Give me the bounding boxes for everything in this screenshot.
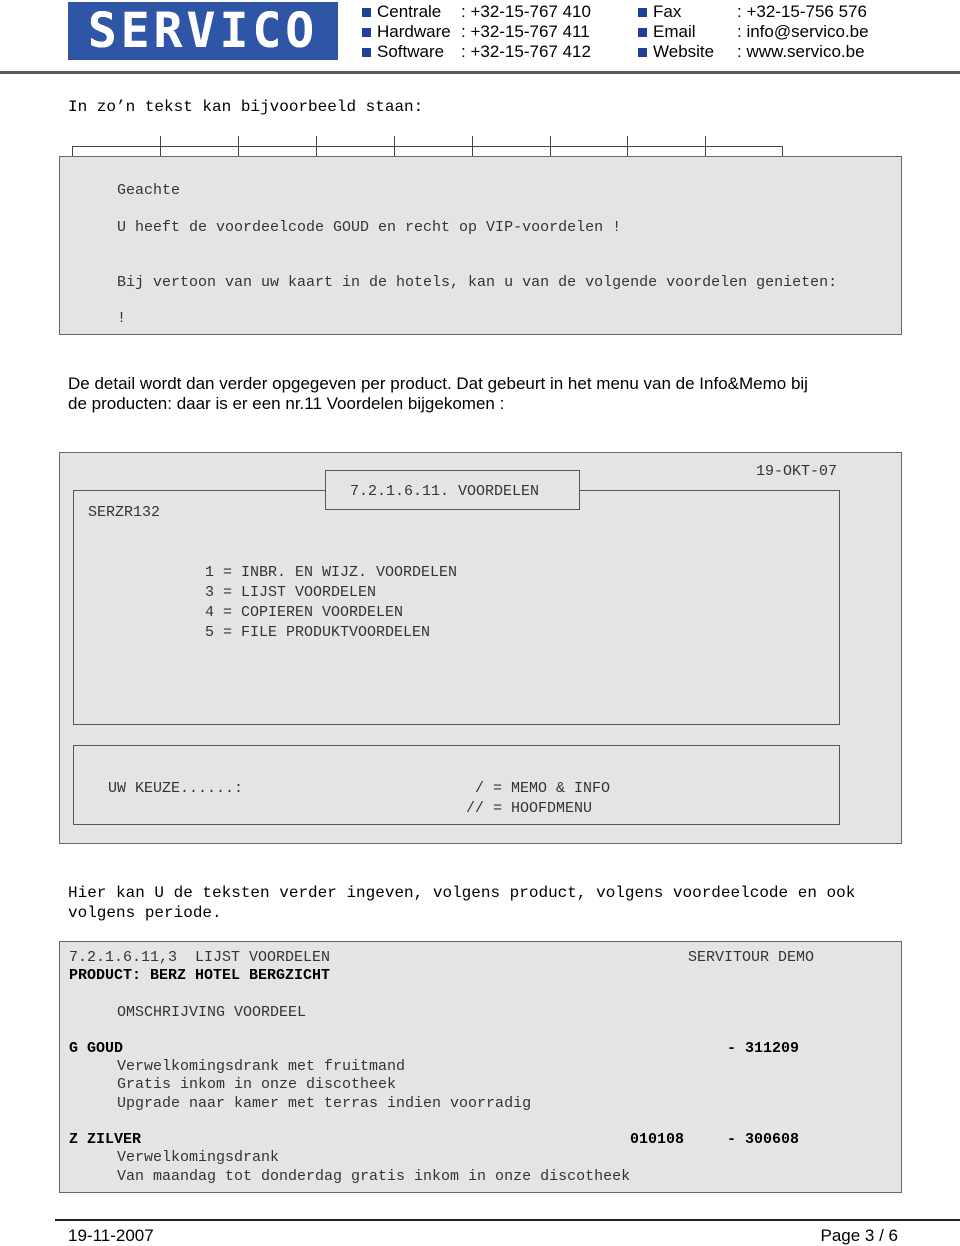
footer-divider [55, 1219, 960, 1221]
benefit-period-start: 010108 [630, 1131, 685, 1148]
ruler-tick [238, 136, 239, 156]
contact-row: Centrale : +32-15-767 410 [362, 2, 591, 22]
contact-label: Website [653, 42, 715, 61]
benefit-item: Gratis inkom in onze discotheek [117, 1076, 397, 1093]
screen-date: 19-OKT-07 [756, 463, 838, 480]
contact-value: : +32-15-767 411 [461, 22, 590, 41]
square-bullet-icon [638, 27, 647, 37]
menu-title-box: 7.2.1.6.11. VOORDELEN [325, 470, 580, 510]
ruler-tick [316, 136, 317, 156]
ruler-line [72, 146, 782, 147]
intro-text: In zo’n tekst kan bijvoorbeeld staan: [68, 98, 424, 116]
ruler-tick [394, 136, 395, 156]
ruler-end-mark [72, 146, 73, 156]
paragraph-line: volgens periode. [68, 904, 222, 922]
benefit-period-end: - 300608 [727, 1131, 800, 1148]
footer-date: 19-11-2007 [68, 1226, 154, 1245]
letter-line: ! [117, 310, 127, 327]
letter-line: Geachte [117, 182, 181, 199]
paragraph-line: Hier kan U de teksten verder ingeven, vo… [68, 884, 856, 902]
logo-text: SERVICO [87, 3, 319, 59]
contact-label: Centrale [377, 2, 442, 21]
menu-title: 7.2.1.6.11. VOORDELEN [350, 483, 540, 500]
paragraph-line: De detail wordt dan verder opgegeven per… [68, 374, 808, 393]
ruler-tick [550, 136, 551, 156]
square-bullet-icon [362, 27, 371, 37]
contact-list-right: Fax : +32-15-756 576 Email : info@servic… [638, 2, 869, 62]
square-bullet-icon [638, 47, 647, 57]
square-bullet-icon [362, 7, 371, 17]
menu-option-5[interactable]: 5 = FILE PRODUKTVOORDELEN [205, 624, 430, 641]
contact-label: Software [377, 42, 445, 61]
contact-list-left: Centrale : +32-15-767 410 Hardware : +32… [362, 2, 591, 62]
menu-option-1[interactable]: 1 = INBR. EN WIJZ. VOORDELEN [205, 564, 457, 581]
choice-prompt[interactable]: UW KEUZE......: [108, 780, 243, 797]
contact-label: Email [653, 22, 696, 41]
contact-value: : +32-15-767 412 [461, 42, 591, 61]
square-bullet-icon [638, 7, 647, 17]
tab-ruler [72, 136, 784, 156]
contact-row: Email : info@servico.be [638, 22, 869, 42]
contact-label: Hardware [377, 22, 451, 41]
menu-option-3[interactable]: 3 = LIJST VOORDELEN [205, 584, 376, 601]
ruler-end-mark [782, 146, 783, 156]
report-product: PRODUCT: BERZ HOTEL BERGZICHT [69, 967, 331, 984]
page-number: Page 3 / 6 [820, 1226, 898, 1245]
contact-row: Hardware : +32-15-767 411 [362, 22, 591, 42]
paragraph-1: De detail wordt dan verder opgegeven per… [68, 374, 808, 414]
contact-value: : +32-15-756 576 [737, 2, 867, 21]
ruler-tick [705, 136, 706, 156]
menu-frame [73, 490, 840, 725]
benefit-code: Z ZILVER [69, 1131, 142, 1148]
servico-logo: SERVICO [68, 2, 338, 60]
letter-text-panel: Geachte U heeft de voordeelcode GOUD en … [59, 156, 902, 335]
contact-value: : +32-15-767 410 [461, 2, 591, 21]
program-id: SERZR132 [88, 504, 161, 521]
shortcut-main-menu: // = HOOFDMENU [466, 800, 593, 817]
paragraph-2: Hier kan U de teksten verder ingeven, vo… [68, 883, 855, 923]
benefit-item: Verwelkomingsdrank [117, 1149, 280, 1166]
ruler-tick [160, 136, 161, 156]
contact-row: Software : +32-15-767 412 [362, 42, 591, 62]
letter-line: Bij vertoon van uw kaart in de hotels, k… [117, 274, 838, 291]
benefit-item: Van maandag tot donderdag gratis inkom i… [117, 1168, 631, 1185]
benefit-code: G GOUD [69, 1040, 124, 1057]
report-company: SERVITOUR DEMO [688, 949, 815, 966]
benefit-period-end: - 311209 [727, 1040, 800, 1057]
website-link[interactable]: : www.servico.be [737, 42, 865, 62]
contact-label: Fax [653, 2, 682, 21]
header-divider [0, 71, 960, 74]
report-panel: 7.2.1.6.11,3 LIJST VOORDELEN SERVITOUR D… [59, 941, 902, 1193]
ruler-tick [627, 136, 628, 156]
paragraph-line: de producten: daar is er een nr.11 Voord… [68, 394, 505, 413]
menu-screen-panel: 7.2.1.6.11. VOORDELEN 19-OKT-07 SERZR132… [59, 452, 902, 844]
menu-option-4[interactable]: 4 = COPIEREN VOORDELEN [205, 604, 403, 621]
report-title: 7.2.1.6.11,3 LIJST VOORDELEN [69, 949, 331, 966]
shortcut-memo-info: / = MEMO & INFO [466, 780, 611, 797]
email-link[interactable]: : info@servico.be [737, 22, 869, 42]
square-bullet-icon [362, 47, 371, 57]
ruler-tick [472, 136, 473, 156]
letter-line: U heeft de voordeelcode GOUD en recht op… [117, 219, 622, 236]
benefit-item: Upgrade naar kamer met terras indien voo… [117, 1095, 532, 1112]
report-column-header: OMSCHRIJVING VOORDEEL [117, 1004, 307, 1021]
benefit-item: Verwelkomingsdrank met fruitmand [117, 1058, 406, 1075]
contact-row: Fax : +32-15-756 576 [638, 2, 869, 22]
contact-row: Website : www.servico.be [638, 42, 869, 62]
